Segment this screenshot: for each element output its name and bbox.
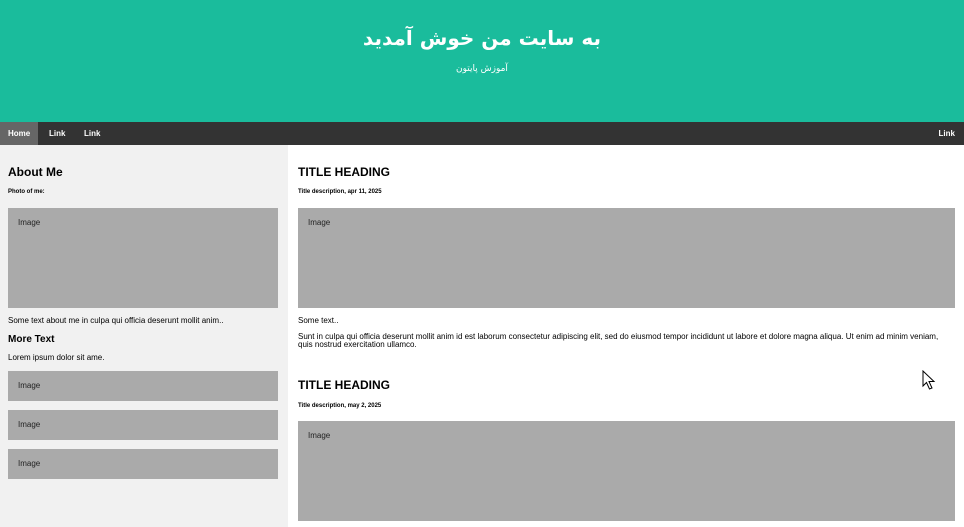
post-description: Title description, may 2, 2025 <box>298 403 382 409</box>
post-heading: TITLE HEADING <box>298 165 390 179</box>
main-content: TITLE HEADING Title description, apr 11,… <box>288 145 964 527</box>
post-description: Title description, apr 11, 2025 <box>298 189 382 195</box>
image-label: Image <box>18 420 41 429</box>
post-image-placeholder: Image <box>298 421 955 521</box>
image-placeholder: Image <box>8 371 278 401</box>
page-header: به سایت من خوش آمدید آموزش پایتون <box>0 0 964 122</box>
nav-link-1[interactable]: Link <box>40 122 74 145</box>
site-title: به سایت من خوش آمدید <box>362 26 602 50</box>
image-label: Image <box>308 431 331 440</box>
about-heading: About Me <box>8 165 63 179</box>
image-placeholder: Image <box>8 410 278 440</box>
image-label: Image <box>308 218 331 227</box>
post-long-text: Sunt in culpa qui officia deserunt molli… <box>298 332 939 349</box>
more-text: Lorem ipsum dolor sit ame. <box>8 353 105 362</box>
image-label: Image <box>18 381 41 390</box>
sidebar: About Me Photo of me: Image Some text ab… <box>0 145 288 527</box>
nav-link-right[interactable]: Link <box>930 122 964 145</box>
post-heading: TITLE HEADING <box>298 378 390 392</box>
nav-link-2[interactable]: Link <box>75 122 109 145</box>
photo-label: Photo of me: <box>8 189 45 195</box>
image-placeholder: Image <box>8 449 278 479</box>
post-short-text: Some text.. <box>298 316 339 325</box>
nav-home-link[interactable]: Home <box>0 122 38 145</box>
about-text: Some text about me in culpa qui officia … <box>8 316 224 325</box>
image-label: Image <box>18 459 41 468</box>
mouse-pointer-icon <box>922 370 936 390</box>
navbar: Home Link Link Link <box>0 122 964 145</box>
image-label: Image <box>18 218 41 227</box>
post-image-placeholder: Image <box>298 208 955 308</box>
site-subtitle: آموزش پایتون <box>456 64 508 74</box>
profile-image-placeholder: Image <box>8 208 278 308</box>
more-text-heading: More Text <box>8 334 55 345</box>
